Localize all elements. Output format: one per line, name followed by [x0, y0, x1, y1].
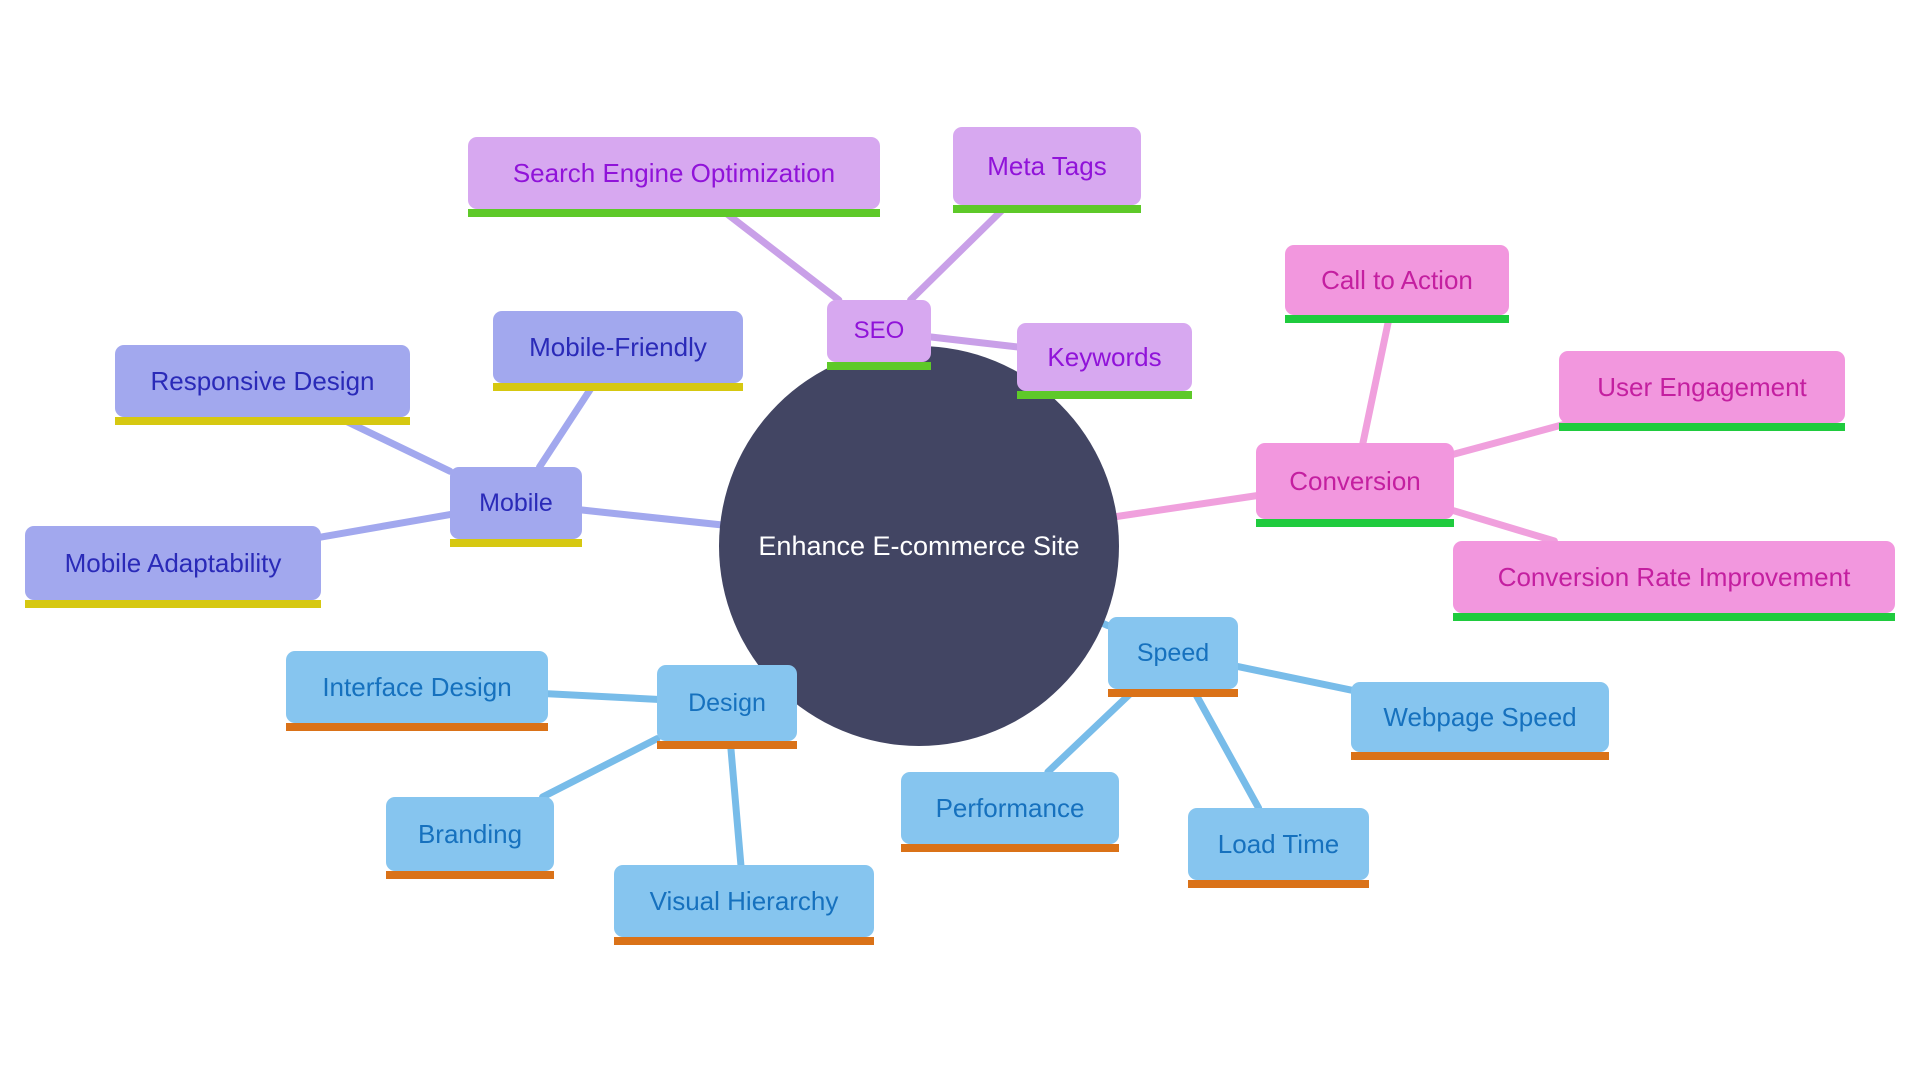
hub-node-conversion-label: Conversion: [1289, 466, 1421, 496]
leaf-node-seo-1-label: Meta Tags: [987, 151, 1107, 181]
leaf-node-design-0-underline: [286, 723, 548, 731]
hub-node-seo-label: SEO: [853, 317, 905, 344]
hub-node-speed[interactable]: Speed: [1108, 617, 1238, 697]
edge-speed-to-speed-2: [1189, 685, 1263, 812]
leaf-node-speed-2[interactable]: Load Time: [1188, 808, 1369, 888]
root-node-label: Enhance E-commerce Site: [758, 530, 1080, 561]
leaf-node-seo-0-underline: [468, 209, 880, 217]
edge-design-to-design-0: [544, 690, 661, 703]
leaf-node-speed-1-label: Performance: [935, 793, 1085, 823]
leaf-node-speed-0-label: Webpage Speed: [1383, 702, 1577, 732]
leaf-node-conversion-1-label: User Engagement: [1597, 372, 1807, 402]
edge-seo-to-seo-2: [927, 333, 1021, 351]
leaf-node-design-2[interactable]: Visual Hierarchy: [614, 865, 874, 945]
leaf-node-seo-2-label: Keywords: [1047, 342, 1162, 372]
leaf-node-design-0[interactable]: Interface Design: [286, 651, 548, 731]
leaf-node-mobile-2[interactable]: Mobile Adaptability: [25, 526, 321, 608]
leaf-node-speed-1[interactable]: Performance: [901, 772, 1119, 852]
hub-node-mobile-label: Mobile: [479, 488, 553, 517]
hub-node-speed-label: Speed: [1136, 638, 1210, 667]
leaf-node-speed-2-underline: [1188, 880, 1369, 888]
leaf-node-design-1-underline: [386, 871, 554, 879]
edge-root-to-mobile: [578, 506, 724, 529]
edge-design-to-design-1: [539, 735, 661, 801]
leaf-node-seo-2-underline: [1017, 391, 1192, 399]
edge-speed-to-speed-0: [1234, 663, 1355, 694]
hub-node-seo[interactable]: SEO: [827, 300, 931, 370]
hub-node-conversion-underline: [1256, 519, 1454, 527]
leaf-node-seo-1[interactable]: Meta Tags: [953, 127, 1141, 213]
leaf-node-conversion-0-underline: [1285, 315, 1509, 323]
leaf-node-speed-1-underline: [901, 844, 1119, 852]
edge-mobile-to-mobile-1: [536, 379, 598, 471]
edge-conversion-to-conversion-1: [1450, 419, 1573, 458]
leaf-node-mobile-2-underline: [25, 600, 321, 608]
leaf-node-mobile-0[interactable]: Responsive Design: [115, 345, 410, 425]
hub-node-seo-underline: [827, 362, 931, 370]
hub-node-conversion[interactable]: Conversion: [1256, 443, 1454, 527]
leaf-node-design-1[interactable]: Branding: [386, 797, 554, 879]
leaf-node-seo-1-underline: [953, 205, 1141, 213]
leaf-node-speed-0[interactable]: Webpage Speed: [1351, 682, 1609, 760]
edge-conversion-to-conversion-2: [1450, 507, 1558, 545]
leaf-node-speed-0-underline: [1351, 752, 1609, 760]
hub-node-mobile-underline: [450, 539, 582, 547]
leaf-node-mobile-0-underline: [115, 417, 410, 425]
leaf-node-mobile-0-label: Responsive Design: [150, 366, 375, 396]
edge-seo-to-seo-0: [717, 205, 843, 304]
leaf-node-mobile-1-label: Mobile-Friendly: [529, 332, 707, 362]
edge-conversion-to-conversion-0: [1359, 311, 1394, 447]
leaf-node-conversion-0[interactable]: Call to Action: [1285, 245, 1509, 323]
hub-node-design-label: Design: [688, 688, 766, 717]
leaf-node-conversion-1[interactable]: User Engagement: [1559, 351, 1845, 431]
leaf-node-conversion-2-label: Conversion Rate Improvement: [1497, 562, 1851, 592]
hub-node-speed-underline: [1108, 689, 1238, 697]
leaf-node-design-2-underline: [614, 937, 874, 945]
hub-node-mobile[interactable]: Mobile: [450, 467, 582, 547]
leaf-node-conversion-0-label: Call to Action: [1321, 265, 1473, 295]
leaf-node-mobile-2-label: Mobile Adaptability: [64, 548, 282, 578]
edge-speed-to-speed-1: [1044, 685, 1139, 776]
edge-design-to-design-2: [726, 737, 745, 869]
leaf-node-design-2-label: Visual Hierarchy: [649, 886, 839, 916]
hub-node-design-underline: [657, 741, 797, 749]
edge-mobile-to-mobile-2: [317, 511, 454, 541]
leaf-node-seo-0-label: Search Engine Optimization: [512, 158, 836, 188]
leaf-node-conversion-2-underline: [1453, 613, 1895, 621]
leaf-node-seo-2[interactable]: Keywords: [1017, 323, 1192, 399]
leaf-node-mobile-1[interactable]: Mobile-Friendly: [493, 311, 743, 391]
leaf-node-design-1-label: Branding: [417, 819, 523, 849]
edge-mobile-to-mobile-0: [333, 413, 454, 475]
leaf-node-conversion-2[interactable]: Conversion Rate Improvement: [1453, 541, 1895, 621]
mindmap-canvas: Enhance E-commerce Site SEO Search Engine …: [0, 0, 1920, 1080]
leaf-node-speed-2-label: Load Time: [1217, 829, 1340, 859]
leaf-node-design-0-label: Interface Design: [322, 672, 512, 702]
leaf-node-seo-0[interactable]: Search Engine Optimization: [468, 137, 880, 217]
hub-node-design[interactable]: Design: [657, 665, 797, 749]
leaf-node-mobile-1-underline: [493, 383, 743, 391]
edge-root-to-conversion: [1113, 492, 1260, 521]
edge-seo-to-seo-1: [907, 201, 1011, 304]
leaf-node-conversion-1-underline: [1559, 423, 1845, 431]
